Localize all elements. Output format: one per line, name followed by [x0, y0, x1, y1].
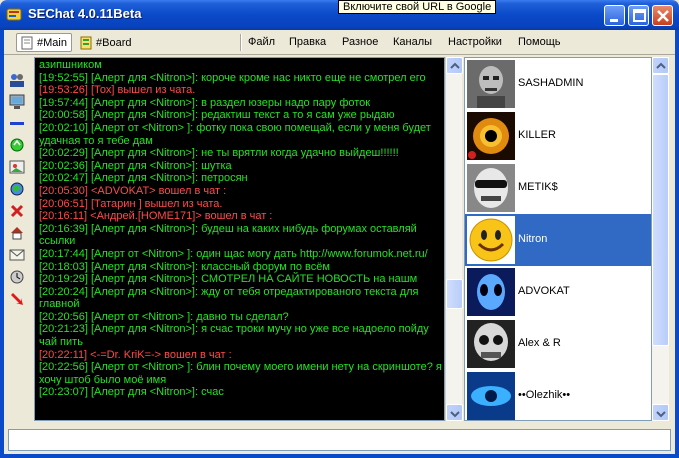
close-button[interactable] [652, 5, 673, 26]
user-item[interactable]: Alex & R [465, 318, 651, 370]
chat-message: [20:16:11] <Андрей.[HOME171]> вошел в ча… [39, 210, 273, 223]
clock-icon[interactable] [9, 269, 25, 285]
tab-board-label: #Board [96, 36, 132, 49]
scroll-up-button[interactable] [652, 57, 669, 74]
chat-message: [20:21:23] [Алерт для <Nitron>]: я счас … [39, 323, 429, 349]
chat-message: [20:22:56] [Алерт от <Nitron> ]: блин по… [39, 361, 442, 386]
menu-help[interactable]: Помощь [518, 36, 561, 48]
menu-channels[interactable]: Каналы [393, 36, 432, 48]
menu-misc[interactable]: Разное [342, 36, 378, 48]
chat-message: [20:23:07] [Алерт для <Nitron>]: счас [39, 386, 224, 399]
chat-message: [20:19:29] [Алерт для <Nitron>]: СМОТРЕЛ… [39, 273, 418, 286]
chat-message: [20:06:51] [Татарин ] вышел из чата. [39, 197, 223, 210]
scroll-thumb[interactable] [446, 279, 463, 309]
user-item[interactable]: ADVOKAT [465, 266, 651, 318]
user-name: Alex & R [518, 337, 561, 349]
arrow-up-icon [656, 62, 666, 69]
user-name: ••Olezhik•• [518, 389, 571, 401]
tab-main[interactable]: #Main [16, 33, 72, 52]
user-item[interactable]: ••Olezhik•• [465, 370, 651, 420]
menu-separator [240, 34, 242, 51]
scroll-down-button[interactable] [446, 404, 463, 421]
chat-message: [20:05:30] <ADVOKAT> вошел в чат : [39, 184, 227, 197]
side-toolbar [4, 58, 30, 422]
users-icon[interactable] [9, 72, 25, 88]
minimize-icon [610, 19, 618, 22]
menu-file[interactable]: Файл [248, 36, 275, 48]
envelope-icon[interactable] [9, 247, 25, 263]
skull-avatar [467, 320, 515, 368]
page-icon [21, 36, 33, 49]
arrow-down-icon [656, 411, 666, 418]
minimize-button[interactable] [604, 5, 625, 26]
chat-message: азипшником [39, 59, 102, 71]
chat-message: [20:17:44] [Алерт от <Nitron> ]: один ща… [39, 247, 428, 260]
input-bar [4, 425, 675, 454]
menu-settings[interactable]: Настройки [448, 36, 502, 48]
user-name: METIK$ [518, 181, 558, 193]
chat-message: [20:20:56] [Алерт от <Nitron> ]: давно т… [39, 310, 289, 323]
chat-message: [20:22:11] <-=Dr. KriK=-> вошел в чат : [39, 348, 232, 361]
user-item[interactable]: KILLER [465, 110, 651, 162]
menu-edit[interactable]: Правка [289, 36, 326, 48]
tooltip: Включите свой URL в Google [338, 0, 497, 14]
recycle-icon[interactable] [9, 137, 25, 153]
close-icon [657, 10, 669, 22]
user-item[interactable]: METIK$ [465, 162, 651, 214]
globe-icon[interactable] [9, 181, 25, 197]
window-title: SEChat 4.0.11Beta [28, 6, 142, 21]
chat-message: [20:18:03] [Алерт для <Nitron>]: классны… [39, 260, 330, 273]
user-name: Nitron [518, 233, 548, 245]
scroll-thumb[interactable] [652, 74, 669, 346]
scroll-up-button[interactable] [446, 57, 463, 74]
app-icon [6, 8, 22, 21]
chat-message: [19:57:44] [Алерт для <Nitron>]: в разде… [39, 96, 371, 109]
chat-message: [20:02:10] [Алерт от <Nitron> ]: фотку п… [39, 121, 431, 147]
user-list-scrollbar[interactable] [652, 57, 669, 421]
chat-message: [20:02:47] [Алерт для <Nitron>]: петрося… [39, 172, 248, 185]
maximize-button[interactable] [628, 5, 649, 26]
chat-message: [19:53:26] [Тох] вышел из чата. [39, 84, 196, 97]
chat-message: [20:00:58] [Алерт для <Nitron>]: редакти… [39, 109, 395, 122]
home-icon[interactable] [9, 225, 25, 241]
user-name: KILLER [518, 129, 556, 141]
tab-board[interactable]: #Board [76, 33, 135, 52]
user-item[interactable]: SASHADMIN [465, 58, 651, 110]
board-icon [80, 36, 92, 49]
message-input[interactable] [8, 429, 671, 451]
monitor-icon[interactable] [9, 94, 25, 110]
blue-eye-avatar [467, 372, 515, 420]
alien-avatar [467, 268, 515, 316]
chat-log[interactable]: азипшником [19:52:55] [Алерт для <Nitron>… [34, 57, 445, 421]
skull-sunglasses-avatar [467, 164, 515, 212]
block-icon[interactable] [9, 203, 25, 219]
robot-avatar [467, 60, 515, 108]
chat-scrollbar[interactable] [445, 57, 463, 421]
user-name: ADVOKAT [518, 285, 570, 297]
menu-bar: #Main #Board Файл Правка Разное Каналы Н… [4, 30, 675, 55]
scroll-down-button[interactable] [652, 404, 669, 421]
user-name: SASHADMIN [518, 77, 584, 89]
maximize-icon [633, 9, 646, 22]
smiley-avatar [467, 216, 515, 264]
chat-message: [20:02:36] [Алерт для <Nitron>]: шутка [39, 159, 232, 172]
chat-message: [20:20:24] [Алерт для <Nitron>]: жду от … [39, 285, 419, 311]
image-icon[interactable] [9, 159, 25, 175]
eye-avatar [467, 112, 515, 160]
exit-icon[interactable] [9, 291, 25, 307]
tab-main-label: #Main [37, 36, 67, 49]
arrow-up-icon [450, 62, 460, 69]
chat-message: [20:16:39] [Алерт для <Nitron>]: будеш н… [39, 222, 417, 248]
chat-message: [20:02:29] [Алерт для <Nitron>]: не ты в… [39, 147, 399, 160]
separator-icon [10, 122, 24, 125]
arrow-down-icon [450, 411, 460, 418]
user-item[interactable]: Nitron [465, 214, 651, 266]
user-list: SASHADMIN KILLER METIK$ Nitron ADVOKAT A… [464, 57, 652, 421]
chat-message: [19:52:55] [Алерт для <Nitron>]: короче … [39, 71, 426, 84]
